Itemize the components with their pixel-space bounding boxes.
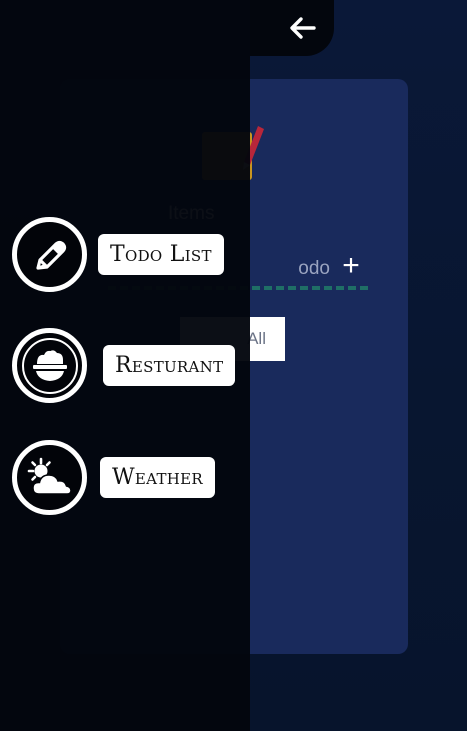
nav-icon-ring [21, 337, 78, 394]
add-todo-button[interactable]: + [336, 250, 366, 282]
arrow-left-icon [290, 17, 316, 39]
nav-item-weather[interactable]: Weather [12, 440, 216, 515]
pencil-icon [35, 240, 66, 270]
nav-label: Resturant [103, 345, 236, 386]
nav-label: Weather [100, 457, 216, 498]
nav-icon-circle [12, 217, 87, 292]
nav-label: Todo List [98, 234, 224, 275]
food-bowl-icon [32, 349, 67, 381]
nav-icon-circle [12, 440, 87, 515]
sun-cloud-icon [27, 457, 72, 495]
nav-item-todo-list[interactable]: Todo List [12, 217, 224, 292]
back-button[interactable] [250, 0, 334, 56]
nav-icon-circle [12, 328, 87, 403]
nav-item-resturant[interactable]: Resturant [12, 328, 236, 403]
navigation-drawer: Todo List Resturant Weather [0, 0, 250, 731]
